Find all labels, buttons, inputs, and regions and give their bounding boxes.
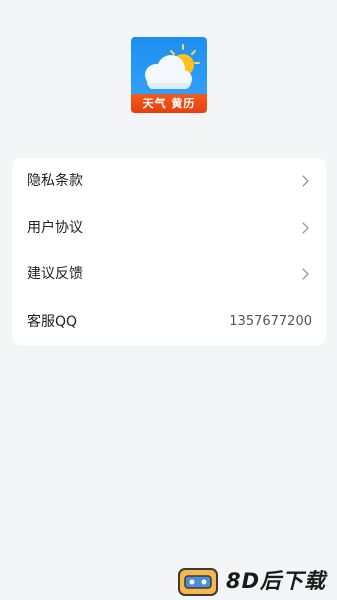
menu-item-feedback[interactable]: 建议反馈 bbox=[12, 251, 326, 297]
app-logo: 天气 黄历 bbox=[131, 37, 207, 113]
chevron-right-icon bbox=[302, 268, 309, 280]
menu-item-user-agreement[interactable]: 用户协议 bbox=[12, 205, 326, 251]
menu-item-privacy-policy[interactable]: 隐私条款 bbox=[12, 158, 326, 204]
settings-menu-card: 隐私条款 用户协议 建议反馈 客服QQ 1357677200 bbox=[12, 158, 326, 345]
menu-item-label: 用户协议 bbox=[27, 220, 83, 236]
menu-item-label: 建议反馈 bbox=[27, 266, 83, 282]
menu-item-label: 隐私条款 bbox=[27, 173, 83, 189]
watermark-text: 8D后下载 bbox=[226, 569, 327, 593]
chevron-right-icon bbox=[302, 222, 309, 234]
menu-item-customer-service-qq[interactable]: 客服QQ 1357677200 bbox=[12, 299, 326, 345]
watermark: 8D后下载 bbox=[176, 565, 337, 600]
chevron-right-icon bbox=[302, 175, 309, 187]
watermark-robot-icon bbox=[178, 568, 218, 596]
qq-number: 1357677200 bbox=[229, 314, 312, 329]
logo-banner-text: 天气 黄历 bbox=[131, 94, 207, 113]
menu-item-label: 客服QQ bbox=[27, 314, 78, 330]
